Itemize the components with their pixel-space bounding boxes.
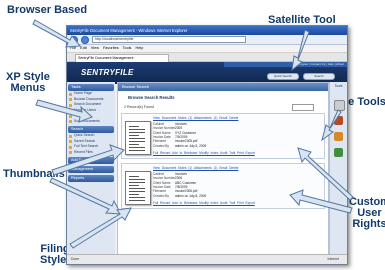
field-label: Created By [153, 143, 169, 148]
app-banner: SENTRYFILE Logout | Contact Us | Help | … [67, 62, 347, 84]
sidebar-section-0[interactable]: Tasks [68, 84, 114, 91]
results-count: 2 Record(s) Found [124, 105, 154, 109]
print-tool-icon[interactable] [334, 100, 345, 111]
record-bottom-links[interactable]: Full Record Add to Briefcase Modify Inde… [153, 151, 255, 155]
record-action-links[interactable]: View Document Notes (1) Attachments (1) … [153, 166, 238, 170]
sidebar-section-2[interactable]: Add Document [68, 157, 114, 164]
record-bottom-links[interactable]: Full Record Add to Briefcase Modify Inde… [153, 201, 255, 205]
status-bar: Done Internet [67, 254, 347, 264]
back-icon[interactable] [70, 35, 78, 44]
page-tools-bar: Tools [329, 82, 347, 255]
quick-search-button[interactable]: Quick Search [267, 73, 299, 80]
content-subheader: Browse Search Results [128, 95, 175, 100]
export-tool-icon[interactable] [334, 132, 343, 141]
tab-bar: SentryFile Document Management [67, 53, 347, 63]
callout-custom-rights: Custom User Rights [349, 197, 385, 230]
callout-browser-based: Browser Based [7, 4, 88, 16]
top-links[interactable]: Logout | Contact Us | Help | About [224, 62, 347, 67]
page-size-select[interactable] [292, 104, 314, 111]
content-header: Browse Search [118, 83, 328, 91]
address-bar: http://localhost/sentryfile [67, 35, 347, 45]
sentryfile-logo: SENTRYFILE [81, 68, 134, 77]
field-value: admin on July 5, 2009 [175, 143, 207, 148]
browser-menu-bar[interactable]: File Edit View Favorites Tools Help [67, 45, 347, 53]
callout-line: Rights [352, 218, 385, 230]
record-field: Created By admin on July 8, 2009 [153, 194, 206, 198]
forward-icon[interactable] [81, 35, 89, 44]
sidebar-section-4[interactable]: Reports [68, 175, 114, 182]
field-value: admin on July 8, 2009 [175, 193, 207, 198]
sidebar-item[interactable]: Recent Files [67, 150, 115, 156]
sidebar-section-1[interactable]: Search [68, 126, 114, 133]
content-panel: Browse Search Browse Search Results 2 Re… [117, 82, 329, 255]
document-thumbnail[interactable] [125, 121, 151, 155]
sidebar-section-3[interactable]: Management [68, 166, 114, 173]
window-title: SentryFile Document Management - Windows… [67, 26, 347, 35]
record-card: View Document Notes (1) Attachments (1) … [121, 113, 325, 159]
field-label: Created By [153, 193, 169, 198]
search-button[interactable]: Search [303, 73, 335, 80]
zone-label: Internet [327, 257, 340, 261]
tools-title: Tools [334, 84, 343, 88]
callout-thumbnails: Thumbnails [3, 168, 65, 180]
status-text: Done [71, 257, 80, 261]
record-field: Created By admin on July 5, 2009 [153, 144, 206, 148]
email-tool-icon[interactable] [334, 116, 343, 125]
sidebar-item[interactable]: Scan Documents [67, 119, 115, 125]
record-card: View Document Notes (1) Attachments (1) … [121, 163, 325, 209]
callout-xp-style-menus: XP Style Menus [6, 72, 50, 94]
briefcase-tool-icon[interactable] [334, 148, 343, 157]
document-thumbnail[interactable] [125, 171, 151, 205]
callout-line: Menus [10, 82, 46, 94]
browser-window: SentryFile Document Management - Windows… [66, 25, 348, 265]
url-input[interactable]: http://localhost/sentryfile [92, 36, 246, 43]
xp-sidebar: Tasks Home Page Browse Documents Search Doc… [67, 82, 115, 255]
record-action-links[interactable]: View Document Notes (1) Attachments (1) … [153, 116, 238, 120]
